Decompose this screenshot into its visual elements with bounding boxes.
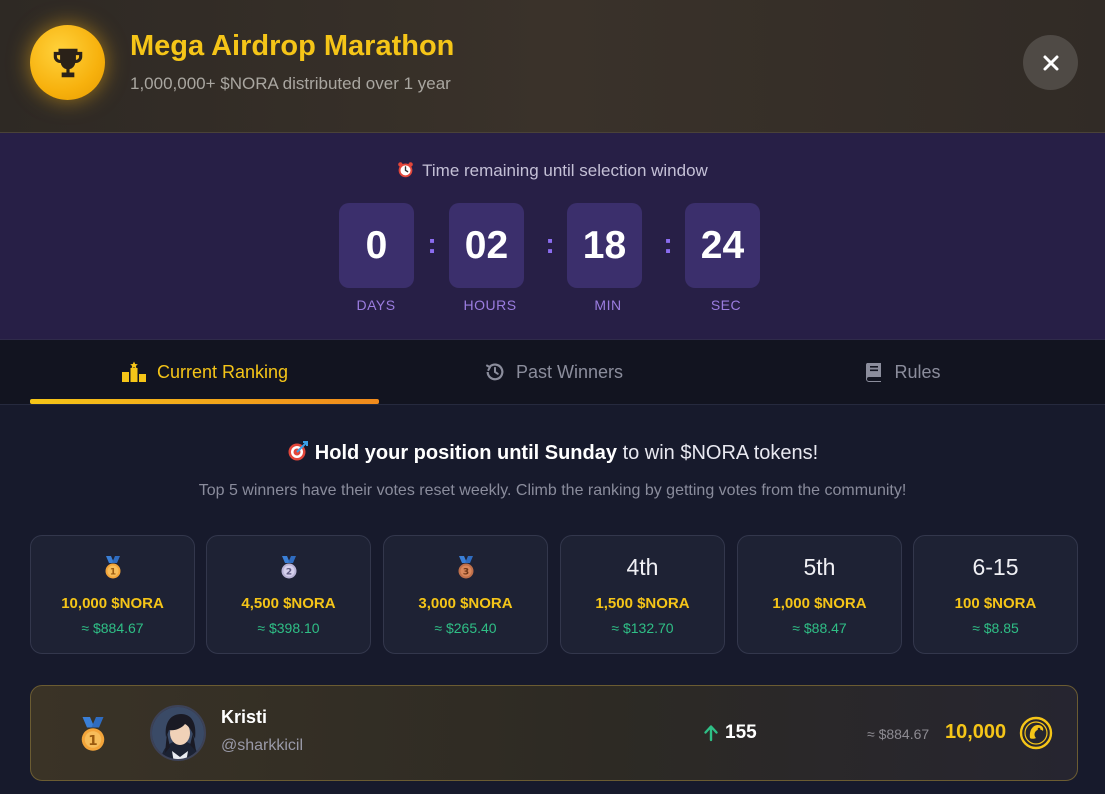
trophy-icon: [30, 25, 105, 100]
countdown-separator: :: [663, 228, 673, 259]
prize-card-2nd: 2 4,500 $NORA ≈ $398.10: [206, 535, 371, 654]
svg-text:1: 1: [88, 733, 97, 749]
headline-subtext: Top 5 winners have their votes reset wee…: [198, 482, 907, 499]
tab-rules[interactable]: Rules: [728, 340, 1077, 404]
close-icon: [1043, 55, 1058, 70]
countdown-sec-value: 24: [685, 203, 760, 288]
prize-card-3rd: 3 3,000 $NORA ≈ $265.40: [383, 535, 548, 654]
countdown-hours-label: HOURS: [463, 297, 517, 313]
silver-medal-icon: 2: [207, 556, 370, 580]
modal-header: Mega Airdrop Marathon 1,000,000+ $NORA d…: [0, 0, 1105, 133]
prize-usd: ≈ $265.40: [434, 620, 497, 636]
tab-current-ranking[interactable]: Current Ranking: [30, 340, 379, 404]
ranking-username: Kristi: [221, 707, 268, 727]
bronze-medal-icon: 3: [384, 556, 547, 580]
tab-rules-label: Rules: [894, 361, 941, 382]
countdown-label: Time remaining until selection window: [0, 161, 1105, 183]
close-button[interactable]: [1023, 35, 1078, 90]
prize-amount: 4,500 $NORA: [241, 595, 336, 612]
airdrop-modal: Mega Airdrop Marathon 1,000,000+ $NORA d…: [0, 0, 1105, 794]
prize-usd: ≈ $132.70: [611, 620, 674, 636]
prize-amount: 1,000 $NORA: [772, 595, 867, 612]
podium-icon: [121, 361, 147, 383]
countdown-hours-value: 02: [449, 203, 524, 288]
headline-rest: to win $NORA tokens!: [622, 442, 819, 464]
countdown-label-text: Time remaining until selection window: [422, 161, 708, 180]
countdown-min-value: 18: [567, 203, 642, 288]
avatar[interactable]: [150, 705, 206, 761]
svg-text:3: 3: [462, 568, 468, 578]
tab-past-winners[interactable]: Past Winners: [379, 340, 728, 404]
ranking-votes-count: 155: [725, 722, 757, 743]
tab-bar: Current Ranking Past Winners Rules: [0, 340, 1105, 405]
prize-rank: 4th: [626, 554, 659, 580]
prize-card-4th: 4th 1,500 $NORA ≈ $132.70: [560, 535, 725, 654]
svg-text:2: 2: [285, 568, 291, 578]
ranking-tokens: 10,000: [945, 721, 1007, 743]
arrow-up-icon: [703, 724, 719, 742]
headline: Hold your position until Sunday to win $…: [0, 440, 1105, 468]
countdown-panel: Time remaining until selection window 0 …: [0, 133, 1105, 340]
ranking-usd: ≈ $884.67: [867, 726, 930, 742]
prize-usd: ≈ $398.10: [257, 620, 320, 636]
gold-medal-icon: 1: [78, 717, 108, 758]
headline-bold: Hold your position until Sunday: [314, 442, 617, 464]
prize-amount: 1,500 $NORA: [595, 595, 690, 612]
prize-amount: 3,000 $NORA: [418, 595, 513, 612]
target-icon: [287, 440, 309, 468]
prize-card-5th: 5th 1,000 $NORA ≈ $88.47: [737, 535, 902, 654]
countdown-days-value: 0: [339, 203, 414, 288]
svg-text:1: 1: [109, 568, 115, 578]
active-tab-indicator: [30, 399, 379, 404]
prize-card-1st: 1 10,000 $NORA ≈ $884.67: [30, 535, 195, 654]
ranking-row[interactable]: 1 Kristi @sharkkicil 155 ≈ $884.67 10,00…: [30, 685, 1078, 781]
alarm-clock-icon: [397, 161, 414, 183]
book-icon: [864, 361, 884, 383]
modal-subtitle: 1,000,000+ $NORA distributed over 1 year: [130, 74, 451, 93]
countdown-days-label: DAYS: [356, 297, 396, 313]
history-icon: [484, 361, 506, 383]
countdown-separator: :: [427, 228, 437, 259]
ranking-handle: @sharkkicil: [221, 737, 304, 754]
prize-amount: 100 $NORA: [954, 595, 1037, 612]
nora-coin-icon: [1019, 716, 1053, 750]
prize-card-6-15: 6-15 100 $NORA ≈ $8.85: [913, 535, 1078, 654]
prize-usd: ≈ $884.67: [81, 620, 144, 636]
prize-rank: 5th: [803, 554, 836, 580]
countdown-separator: :: [545, 228, 555, 259]
prize-amount: 10,000 $NORA: [61, 595, 164, 612]
tab-past-winners-label: Past Winners: [515, 361, 624, 382]
prize-usd: ≈ $88.47: [792, 620, 847, 636]
modal-title: Mega Airdrop Marathon: [130, 30, 455, 62]
prize-usd: ≈ $8.85: [972, 620, 1019, 636]
ranking-votes: 155: [703, 722, 757, 744]
prize-rank: 6-15: [972, 554, 1019, 580]
tab-current-ranking-label: Current Ranking: [156, 361, 289, 382]
gold-medal-icon: 1: [31, 556, 194, 580]
countdown-sec-label: SEC: [710, 297, 742, 313]
countdown-min-label: MIN: [594, 297, 622, 313]
